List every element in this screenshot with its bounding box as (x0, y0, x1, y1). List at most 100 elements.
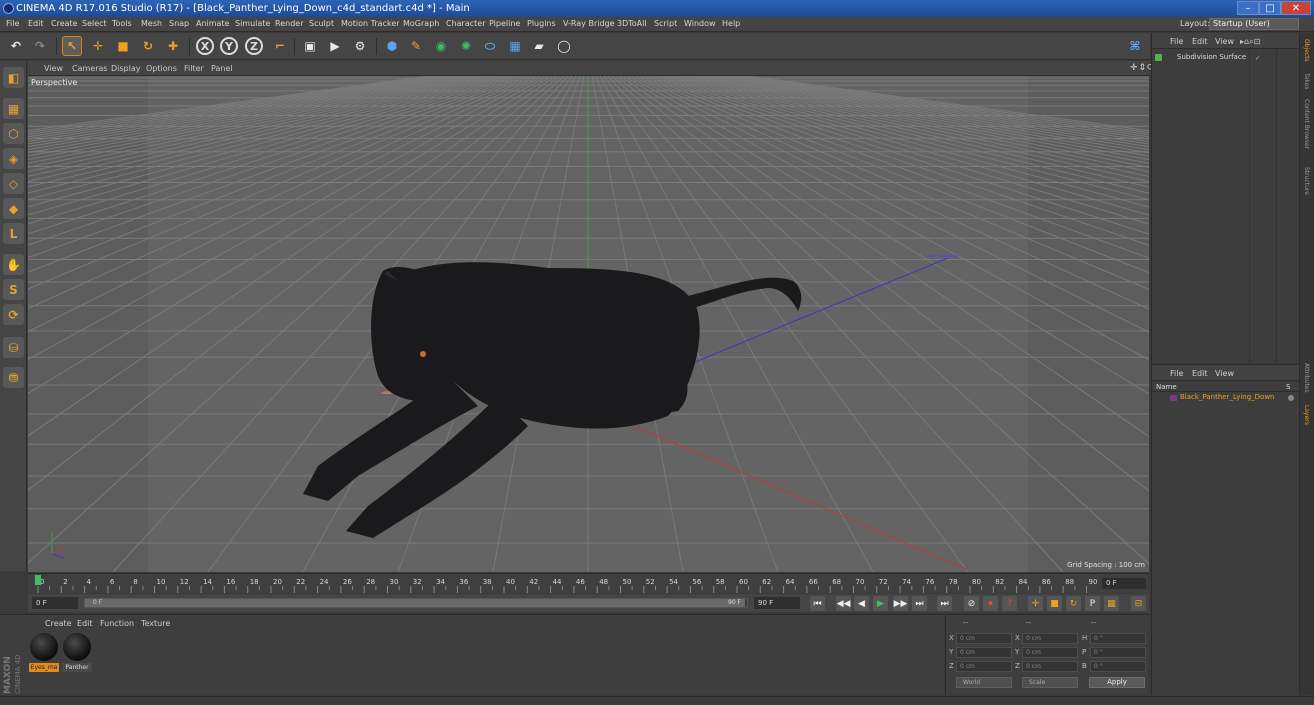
key-parameter-icon[interactable]: P (1085, 596, 1100, 611)
record-icon[interactable]: ⏺ (983, 596, 998, 611)
position-x-field[interactable]: 0 cm (956, 633, 1012, 644)
minimize-button[interactable]: – (1237, 1, 1259, 15)
coordinate-system-icon[interactable]: ⌐ (270, 36, 290, 56)
menu-pipeline[interactable]: Pipeline (489, 19, 520, 28)
keyframe-selection-icon[interactable]: ⊘ (964, 596, 979, 611)
layout-dropdown[interactable]: Startup (User) (1209, 18, 1299, 30)
cloner-icon[interactable]: ✺ (456, 36, 476, 56)
camera-icon[interactable]: ▰ (529, 36, 549, 56)
layer-row[interactable]: Black_Panther_Lying_Down (1152, 393, 1300, 404)
key-rotation-icon[interactable]: ↻ (1066, 596, 1081, 611)
menu-vray-bridge[interactable]: V-Ray Bridge (563, 19, 615, 28)
layer-menu-view[interactable]: View (1215, 369, 1234, 378)
next-frame-icon[interactable]: ▶▶ (893, 596, 908, 611)
material-swatch[interactable]: Panther (62, 632, 92, 672)
subdivision-surface-icon[interactable]: ◉ (431, 36, 451, 56)
timeline-layout-icon[interactable]: ⊟ (1131, 596, 1146, 611)
z-axis-lock-button[interactable]: Z (245, 37, 263, 55)
viewport-menu-options[interactable]: Options (146, 64, 177, 73)
polygons-mode-icon[interactable]: L (3, 223, 24, 244)
mat-menu-function[interactable]: Function (100, 619, 134, 628)
planar-workplane-icon[interactable]: ⛃ (3, 367, 24, 388)
perspective-viewport[interactable]: Perspective Grid Spacing : 100 cm (28, 76, 1149, 572)
menu-3dtoall[interactable]: 3DToAll (617, 19, 647, 28)
menu-motion-tracker[interactable]: Motion Tracker (341, 19, 400, 28)
menu-tools[interactable]: Tools (112, 19, 132, 28)
obj-menu-file[interactable]: File (1170, 37, 1183, 46)
menu-window[interactable]: Window (684, 19, 716, 28)
axis-mode-icon[interactable]: ✋ (3, 254, 24, 275)
close-button[interactable]: ✕ (1281, 1, 1311, 15)
apply-button[interactable]: Apply (1089, 677, 1145, 688)
obj-manager-icons[interactable]: ▸⌂⌕⊡ (1240, 37, 1260, 47)
object-row-subdivision-surface[interactable]: Subdivision Surface ✓ (1155, 53, 1299, 64)
obj-menu-view[interactable]: View (1215, 37, 1234, 46)
edges-mode-icon[interactable]: ◆ (3, 198, 24, 219)
position-z-field[interactable]: 0 cm (956, 661, 1012, 672)
tweak-mode-icon[interactable]: S (3, 279, 24, 300)
locked-workplane-icon[interactable]: ⛁ (3, 337, 24, 358)
tab-layers[interactable]: Layers (1303, 405, 1310, 425)
viewport-menu-panel[interactable]: Panel (211, 64, 233, 73)
scale-tool-icon[interactable]: ■ (113, 36, 133, 56)
layer-menu-file[interactable]: File (1170, 369, 1183, 378)
prev-key-icon[interactable]: ◀◀ (836, 596, 851, 611)
menu-script[interactable]: Script (654, 19, 677, 28)
recent-tools-icon[interactable]: ✚ (163, 36, 183, 56)
menu-file[interactable]: File (6, 19, 19, 28)
menu-snap[interactable]: Snap (169, 19, 189, 28)
menu-select[interactable]: Select (82, 19, 107, 28)
viewport-menu-cameras[interactable]: Cameras (72, 64, 108, 73)
deformer-icon[interactable]: ⬭ (480, 36, 500, 56)
menu-create[interactable]: Create (51, 19, 78, 28)
size-z-field[interactable]: 0 cm (1022, 661, 1078, 672)
workplane-icon[interactable]: ◈ (3, 148, 24, 169)
tab-structure[interactable]: Structure (1303, 167, 1310, 195)
size-x-field[interactable]: 0 cm (1022, 633, 1078, 644)
tab-takes[interactable]: Takes (1303, 73, 1310, 89)
rotation-b-field[interactable]: 0 ° (1090, 661, 1146, 672)
live-selection-icon[interactable]: ↖ (62, 36, 82, 56)
menu-animate[interactable]: Animate (196, 19, 230, 28)
tab-content-browser[interactable]: Content Browser (1303, 99, 1310, 149)
range-handle[interactable]: 0 F 90 F (85, 599, 745, 607)
layer-menu-edit[interactable]: Edit (1192, 369, 1208, 378)
goto-start-icon[interactable]: ⏮ (810, 596, 825, 611)
play-icon[interactable]: ▶ (873, 596, 888, 611)
make-editable-icon[interactable]: ◧ (3, 67, 24, 88)
render-settings-icon[interactable]: ⚙ (350, 36, 370, 56)
layer-solo-toggle[interactable] (1288, 395, 1294, 401)
python-icon[interactable]: ⌘ (1125, 36, 1145, 56)
viewport-menu-display[interactable]: Display (111, 64, 141, 73)
y-axis-lock-button[interactable]: Y (220, 37, 238, 55)
layer-col-name[interactable]: Name (1156, 383, 1177, 391)
prev-frame-icon[interactable]: ◀ (854, 596, 869, 611)
model-mode-icon[interactable]: ▦ (3, 98, 24, 119)
mat-menu-texture[interactable]: Texture (141, 619, 170, 628)
menu-simulate[interactable]: Simulate (235, 19, 270, 28)
maximize-button[interactable]: □ (1259, 1, 1281, 15)
menu-mesh[interactable]: Mesh (141, 19, 162, 28)
viewport-menu-filter[interactable]: Filter (184, 64, 204, 73)
object-enabled-check[interactable]: ✓ (1255, 54, 1261, 62)
menu-mograph[interactable]: MoGraph (403, 19, 439, 28)
menu-plugins[interactable]: Plugins (527, 19, 556, 28)
viewport-menu-view[interactable]: View (44, 64, 63, 73)
mat-menu-create[interactable]: Create (45, 619, 72, 628)
timeline-ruler[interactable]: 0 2 4 6 8 10 12 14 16 18 20 22 24 26 28 30 32 34 36 38 40 42 4… (28, 573, 1149, 593)
menu-render[interactable]: Render (275, 19, 303, 28)
redo-icon[interactable]: ↷ (30, 36, 50, 56)
mat-menu-edit[interactable]: Edit (77, 619, 93, 628)
menu-sculpt[interactable]: Sculpt (309, 19, 334, 28)
autokey-icon[interactable]: ? (1002, 596, 1017, 611)
undo-icon[interactable]: ↶ (6, 36, 26, 56)
menu-edit[interactable]: Edit (28, 19, 44, 28)
tab-objects[interactable]: Objects (1303, 39, 1310, 62)
end-frame-field[interactable]: 90 F (754, 597, 800, 609)
render-view-icon[interactable]: ▶ (325, 36, 345, 56)
rotation-p-field[interactable]: 0 ° (1090, 647, 1146, 658)
x-axis-lock-button[interactable]: X (196, 37, 214, 55)
key-position-icon[interactable]: ✛ (1028, 596, 1043, 611)
start-frame-field[interactable]: 0 F (32, 597, 78, 609)
material-swatch[interactable]: Eyes_ma (29, 632, 59, 672)
